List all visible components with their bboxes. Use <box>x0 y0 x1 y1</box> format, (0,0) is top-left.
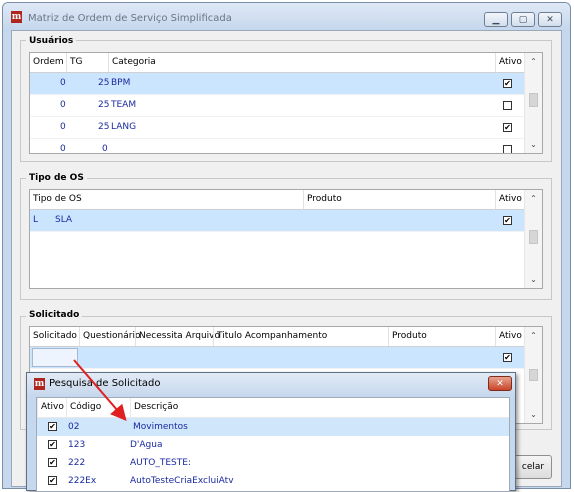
annotation-arrow-line <box>73 359 127 422</box>
annotation-arrow <box>73 359 127 422</box>
